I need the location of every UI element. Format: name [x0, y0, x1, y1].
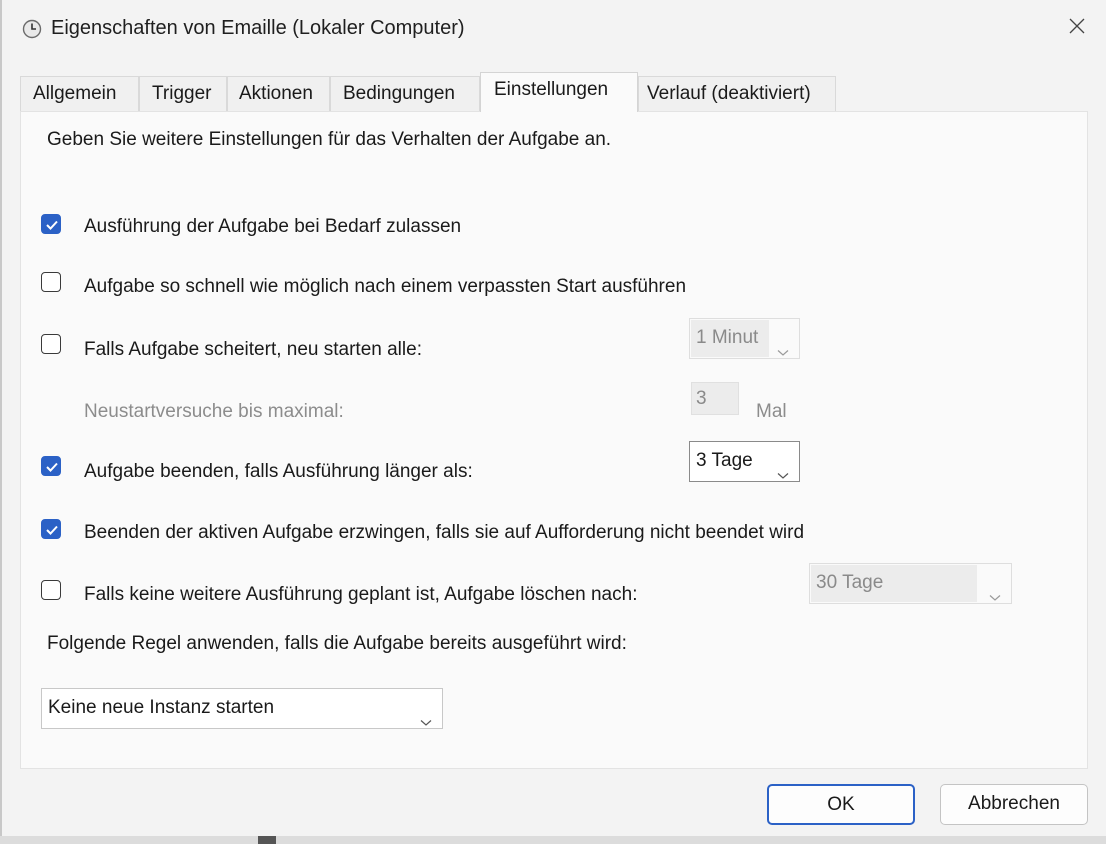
- tab-label: Einstellungen: [494, 79, 609, 100]
- chevron-down-icon: [989, 578, 1001, 616]
- window-edge: [0, 0, 2, 844]
- delete-if-not-scheduled-label: Falls keine weitere Ausführung geplant i…: [84, 584, 638, 605]
- checkmark-icon: [46, 462, 58, 472]
- tab-label: Trigger: [152, 83, 212, 104]
- restart-attempts-input[interactable]: 3: [691, 382, 739, 415]
- background-strip: [0, 836, 1106, 844]
- running-instance-rule-select[interactable]: Keine neue Instanz starten: [41, 688, 443, 729]
- tab-trigger[interactable]: Trigger: [139, 76, 227, 111]
- restart-on-failure-checkbox[interactable]: [41, 334, 61, 354]
- settings-panel: [20, 111, 1088, 769]
- force-stop-label: Beenden der aktiven Aufgabe erzwingen, f…: [84, 522, 805, 543]
- stop-if-longer-label: Aufgabe beenden, falls Ausführung länger…: [84, 461, 473, 482]
- tab-label: Verlauf (deaktiviert): [647, 83, 811, 104]
- chevron-down-icon: [420, 703, 432, 741]
- chevron-down-icon: [777, 456, 789, 494]
- tab-label: Aktionen: [239, 83, 313, 104]
- window-title: Eigenschaften von Emaille (Lokaler Compu…: [51, 17, 465, 39]
- tab-allgemein[interactable]: Allgemein: [20, 76, 139, 111]
- rule-label: Folgende Regel anwenden, falls die Aufga…: [47, 633, 627, 654]
- restart-interval-select[interactable]: 1 Minut: [689, 318, 800, 359]
- stop-if-longer-checkbox[interactable]: [41, 456, 61, 476]
- tab-verlauf[interactable]: Verlauf (deaktiviert): [638, 76, 836, 111]
- running-instance-rule-value: Keine neue Instanz starten: [48, 697, 275, 718]
- tab-aktionen[interactable]: Aktionen: [227, 76, 330, 111]
- force-stop-checkbox[interactable]: [41, 519, 61, 539]
- title-bar: Eigenschaften von Emaille (Lokaler Compu…: [0, 0, 1106, 58]
- background-mark: [258, 836, 276, 844]
- task-properties-dialog: Eigenschaften von Emaille (Lokaler Compu…: [0, 0, 1106, 844]
- chevron-down-icon: [777, 333, 789, 371]
- run-after-missed-label: Aufgabe so schnell wie möglich nach eine…: [84, 276, 687, 297]
- close-button[interactable]: [1054, 6, 1100, 50]
- allow-on-demand-label: Ausführung der Aufgabe bei Bedarf zulass…: [84, 216, 462, 237]
- run-after-missed-checkbox[interactable]: [41, 272, 61, 292]
- stop-duration-value: 3 Tage: [696, 450, 753, 471]
- checkmark-icon: [46, 220, 58, 230]
- ok-button[interactable]: OK: [767, 784, 915, 825]
- restart-on-failure-label: Falls Aufgabe scheitert, neu starten all…: [84, 339, 422, 360]
- tab-label: Bedingungen: [343, 83, 455, 104]
- tab-bedingungen[interactable]: Bedingungen: [330, 76, 480, 111]
- allow-on-demand-checkbox[interactable]: [41, 214, 61, 234]
- cancel-button[interactable]: Abbrechen: [940, 784, 1088, 825]
- close-icon: [1069, 18, 1085, 39]
- clock-icon: [22, 19, 42, 39]
- intro-text: Geben Sie weitere Einstellungen für das …: [47, 129, 612, 150]
- stop-duration-select[interactable]: 3 Tage: [689, 441, 800, 482]
- delete-if-not-scheduled-checkbox[interactable]: [41, 580, 61, 600]
- restart-attempts-unit: Mal: [756, 401, 787, 422]
- restart-attempts-value: 3: [696, 388, 707, 409]
- delete-duration-value: 30 Tage: [816, 572, 884, 593]
- checkmark-icon: [46, 525, 58, 535]
- delete-duration-select[interactable]: 30 Tage: [809, 563, 1012, 604]
- tab-einstellungen[interactable]: Einstellungen: [480, 72, 638, 112]
- restart-interval-value: 1 Minut: [696, 327, 759, 348]
- tab-label: Allgemein: [33, 83, 117, 104]
- restart-attempts-label: Neustartversuche bis maximal:: [84, 401, 344, 422]
